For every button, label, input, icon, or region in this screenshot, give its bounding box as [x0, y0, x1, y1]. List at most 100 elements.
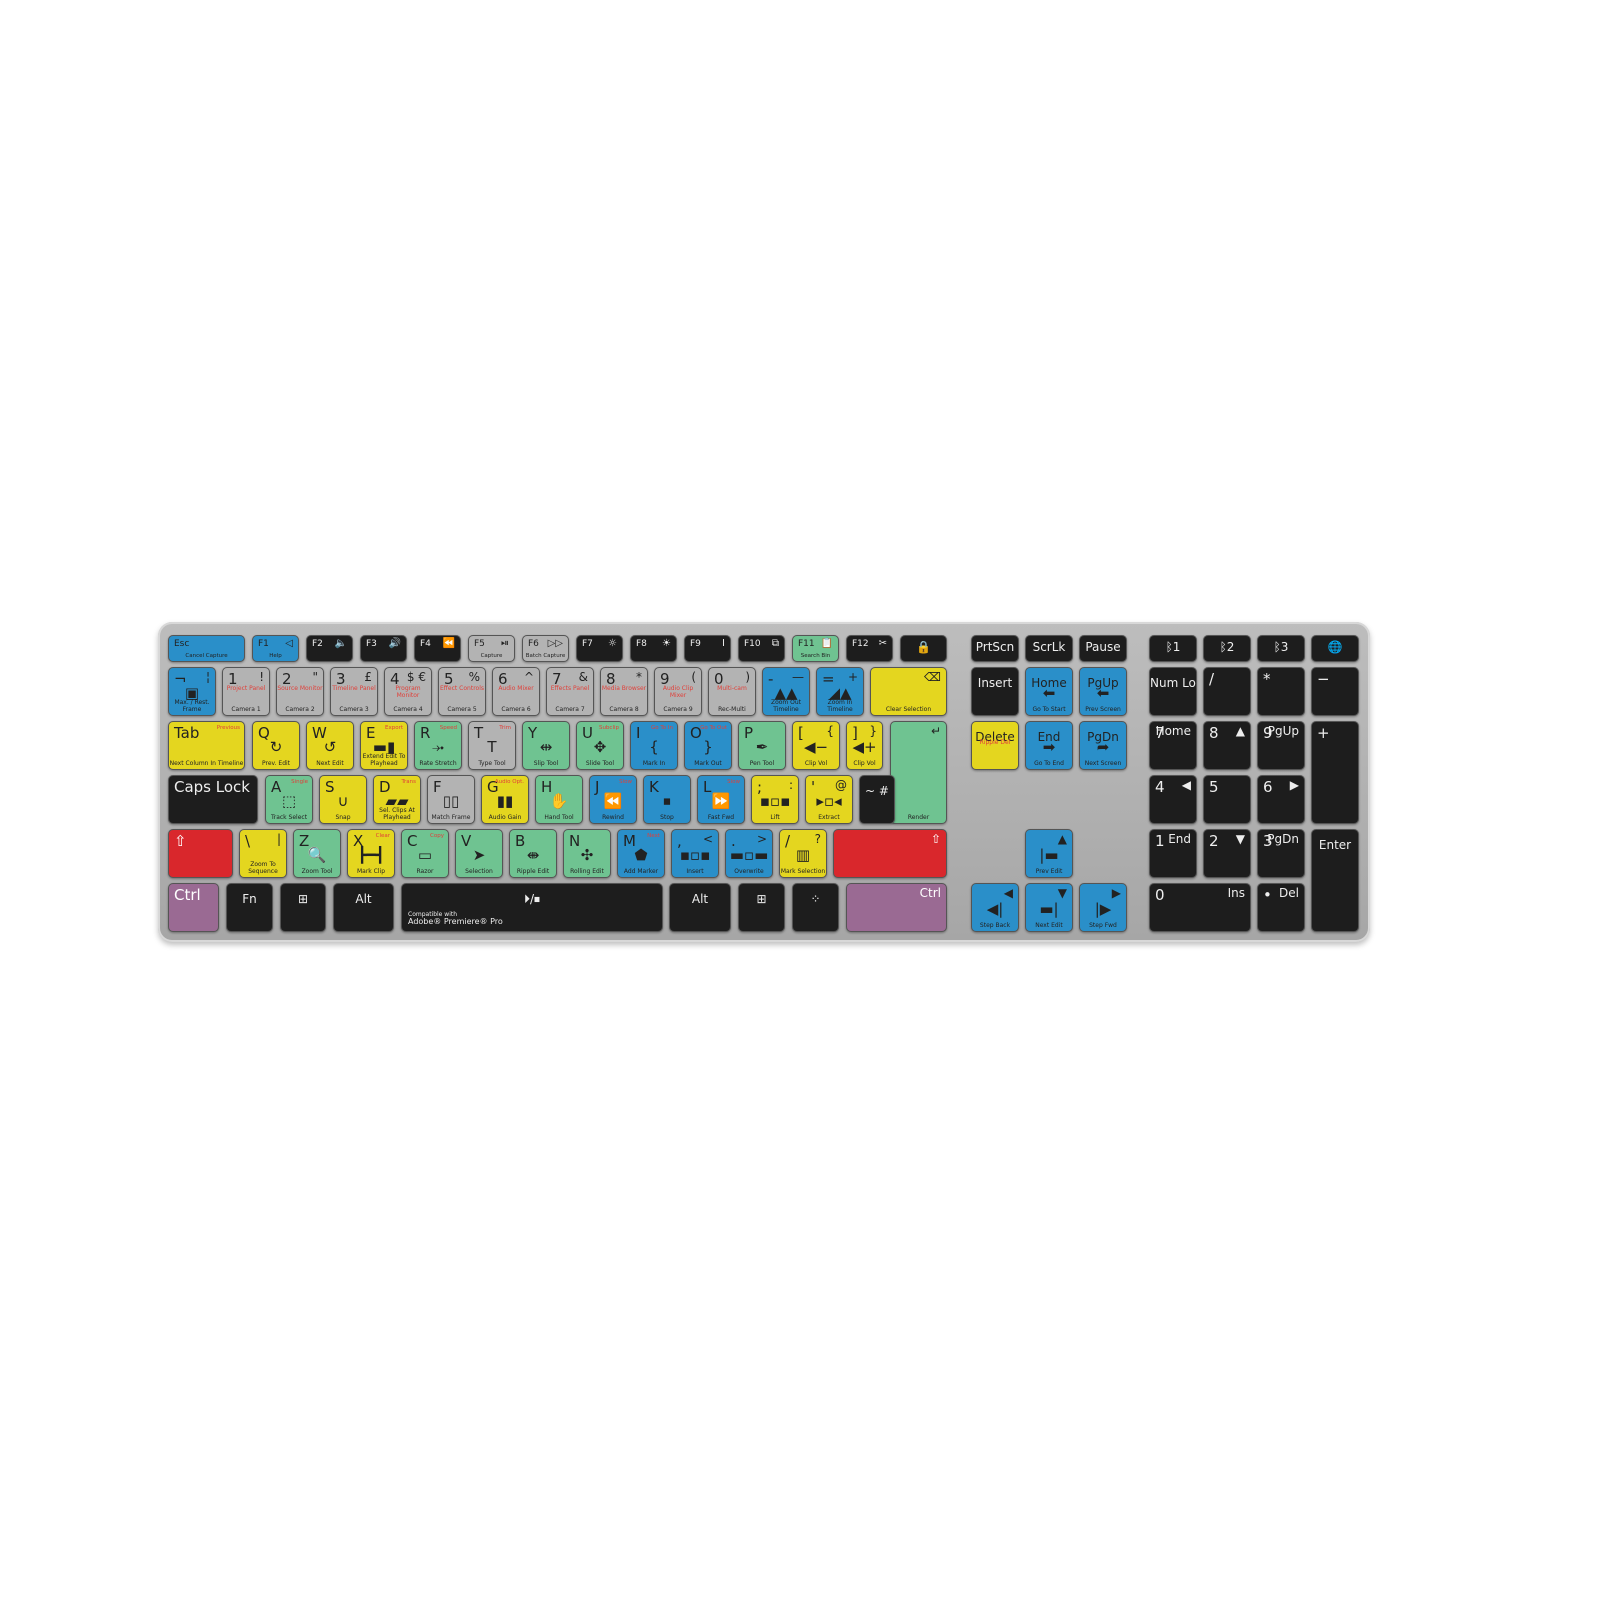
key-f12[interactable]: F12 ✂: [846, 635, 893, 662]
key-mark-out[interactable]: O Go To Out} Mark Out: [684, 721, 732, 770]
key-3[interactable]: ᛒ3: [1257, 635, 1305, 662]
key-5[interactable]: 5: [1203, 775, 1251, 824]
key-zoom-to-sequence[interactable]: \ | Zoom To Sequence: [239, 829, 287, 878]
key-alt[interactable]: Alt: [333, 883, 394, 932]
key-next-edit[interactable]: ▼ ▬| Next Edit: [1025, 883, 1073, 932]
key-cancel-capture[interactable]: Esc Cancel Capture: [168, 635, 245, 662]
key-zoom-in-timeline[interactable]: = + ◢▲ Zoom In Timeline: [816, 667, 864, 716]
key-fast-fwd[interactable]: L Slow ⏩ Fast Fwd: [697, 775, 745, 824]
key-prev-screen[interactable]: PgUp ⬅ Prev Screen: [1079, 667, 1127, 716]
key-render[interactable]: ↵ Render: [890, 721, 947, 824]
key-prtscn[interactable]: PrtScn: [971, 635, 1019, 662]
key-snap[interactable]: S ∪ Snap: [319, 775, 367, 824]
key-next-edit[interactable]: W ↺ Next Edit: [306, 721, 354, 770]
key-camera-8[interactable]: 8 * Media Browser Camera 8: [600, 667, 648, 716]
key-step-fwd[interactable]: ▶ |▶ Step Fwd: [1079, 883, 1127, 932]
key-search-bin[interactable]: F11 📋 Search Bin: [792, 635, 839, 662]
key-rewind[interactable]: J Slow ⏪ Rewind: [589, 775, 637, 824]
key-lift[interactable]: ;: ▪▫▪ Lift: [751, 775, 799, 824]
key-symbol[interactable]: • Del: [1257, 883, 1305, 932]
key-extract[interactable]: ' @ ▸▫◂ Extract: [805, 775, 853, 824]
key-symbol[interactable]: +: [1311, 721, 1359, 824]
key-batch-capture[interactable]: F6 ▷▷ Batch Capture: [522, 635, 569, 662]
key-zoom-out-timeline[interactable]: - — ▲▲ Zoom Out Timeline: [762, 667, 810, 716]
key-prev-edit[interactable]: ▲ |▬ Prev Edit: [1025, 829, 1073, 878]
key-rec-multi[interactable]: 0) Multi-cam Rec-Multi: [708, 667, 756, 716]
key-caps-lock[interactable]: Caps Lock: [168, 775, 258, 824]
key-ripple-edit[interactable]: B ⇼ Ripple Edit: [509, 829, 557, 878]
key-insert[interactable]: Insert: [971, 667, 1019, 716]
key-prev-edit[interactable]: Q ↻ Prev. Edit: [252, 721, 300, 770]
key-symbol[interactable]: 🔒: [900, 635, 947, 662]
key-stop[interactable]: K ⏹ Stop: [643, 775, 691, 824]
key-go-to-end[interactable]: End ➡ Go To End: [1025, 721, 1073, 770]
key-symbol[interactable]: −: [1311, 667, 1359, 716]
key-symbol[interactable]: ⇧: [168, 829, 233, 878]
key-f7[interactable]: F7 ☼: [576, 635, 623, 662]
key-alt[interactable]: Alt: [669, 883, 731, 932]
key-symbol[interactable]: ⊞: [738, 883, 785, 932]
key-add-marker[interactable]: M Next ⬟ Add Marker: [617, 829, 665, 878]
key-3[interactable]: 3 PgDn: [1257, 829, 1305, 878]
key-f10[interactable]: F10 ⧉: [738, 635, 785, 662]
key-clip-vol[interactable]: [{◀− Clip Vol: [792, 721, 840, 770]
key-camera-6[interactable]: 6 ^ Audio Mixer Camera 6: [492, 667, 540, 716]
key-8[interactable]: 8 ▲: [1203, 721, 1251, 770]
key-symbol[interactable]: ⁘: [792, 883, 839, 932]
key-1[interactable]: ᛒ1: [1149, 635, 1197, 662]
key-pen-tool[interactable]: P ✒ Pen Tool: [738, 721, 786, 770]
key-next-screen[interactable]: PgDn ➦ Next Screen: [1079, 721, 1127, 770]
key-match-frame[interactable]: F ▯▯ Match Frame: [427, 775, 475, 824]
key-0[interactable]: 0 Ins: [1149, 883, 1251, 932]
key-hand-tool[interactable]: H ✋ Hand Tool: [535, 775, 583, 824]
key-clear-selection[interactable]: ⌫ Clear Selection: [870, 667, 947, 716]
key-1[interactable]: 1 End: [1149, 829, 1197, 878]
key-go-to-start[interactable]: Home ⬅ Go To Start: [1025, 667, 1073, 716]
key-fn[interactable]: Fn: [226, 883, 273, 932]
key-step-back[interactable]: ◀ ◀| Step Back: [971, 883, 1019, 932]
key-6[interactable]: 6 ▶: [1257, 775, 1305, 824]
key-pause[interactable]: Pause: [1079, 635, 1127, 662]
key-f8[interactable]: F8 ☀: [630, 635, 677, 662]
key-rate-stretch[interactable]: R Speed ⤞ Rate Stretch: [414, 721, 462, 770]
key-symbol[interactable]: /: [1203, 667, 1251, 716]
key-f4[interactable]: F4 ⏪: [414, 635, 461, 662]
key-slide-tool[interactable]: U Subclip ✥ Slide Tool: [576, 721, 624, 770]
key-capture[interactable]: F5 ⏯ Capture: [468, 635, 515, 662]
key-ctrl[interactable]: Ctrl: [846, 883, 947, 932]
key-symbol[interactable]: ~ #: [859, 775, 895, 824]
key-mark-selection[interactable]: /? ▥ Mark Selection: [779, 829, 827, 878]
key-razor[interactable]: C Copy ▭ Razor: [401, 829, 449, 878]
key-camera-1[interactable]: 1! Project Panel Camera 1: [222, 667, 270, 716]
key-camera-5[interactable]: 5% Effect Controls Camera 5: [438, 667, 486, 716]
key-extend-edit-to-playhead[interactable]: E Export ▬▮ Extend Edit To Playhead: [360, 721, 408, 770]
key-7[interactable]: 7 Home: [1149, 721, 1197, 770]
key-f2[interactable]: F2 🔈: [306, 635, 353, 662]
key-max-rest-frame[interactable]: ¬ ¦ ▣ Max. / Rest. Frame: [168, 667, 216, 716]
key-zoom-tool[interactable]: Z 🔍 Zoom Tool: [293, 829, 341, 878]
key-next-column-in-timeline[interactable]: Tab Previous Next Column In Timeline: [168, 721, 245, 770]
key-enter[interactable]: Enter: [1311, 829, 1359, 932]
key-scrlk[interactable]: ScrLk: [1025, 635, 1073, 662]
key-2[interactable]: 2 ▼: [1203, 829, 1251, 878]
key-camera-4[interactable]: 4 $ € Program Monitor Camera 4: [384, 667, 432, 716]
key-selection[interactable]: V ➤ Selection: [455, 829, 503, 878]
key-4[interactable]: 4 ◀: [1149, 775, 1197, 824]
key-f9[interactable]: F9 I: [684, 635, 731, 662]
key-symbol[interactable]: 🌐: [1311, 635, 1359, 662]
key-audio-gain[interactable]: G Audio Opt. ▮▮ Audio Gain: [481, 775, 529, 824]
key-symbol[interactable]: ⏵/⏹ Compatible with Adobe® Premiere® Pro: [401, 883, 663, 932]
key-symbol[interactable]: ⊞: [280, 883, 326, 932]
key-num-lock[interactable]: Num Lock: [1149, 667, 1197, 716]
key-9[interactable]: 9 PgUp: [1257, 721, 1305, 770]
key-symbol[interactable]: *: [1257, 667, 1305, 716]
key-2[interactable]: ᛒ2: [1203, 635, 1251, 662]
key-sel-clips-at-playhead[interactable]: D Trans ▰▰ Sel. Clips At Playhead: [373, 775, 421, 824]
key-clip-vol[interactable]: ]} ◀+ Clip Vol: [846, 721, 883, 770]
key-type-tool[interactable]: T Trim T Type Tool: [468, 721, 516, 770]
key-delete[interactable]: Delete Ripple Del: [971, 721, 1019, 770]
key-camera-2[interactable]: 2 " Source Monitor Camera 2: [276, 667, 324, 716]
key-camera-7[interactable]: 7 & Effects Panel Camera 7: [546, 667, 594, 716]
key-symbol[interactable]: ⇧: [833, 829, 947, 878]
key-mark-in[interactable]: I Go To In{Mark In: [630, 721, 678, 770]
